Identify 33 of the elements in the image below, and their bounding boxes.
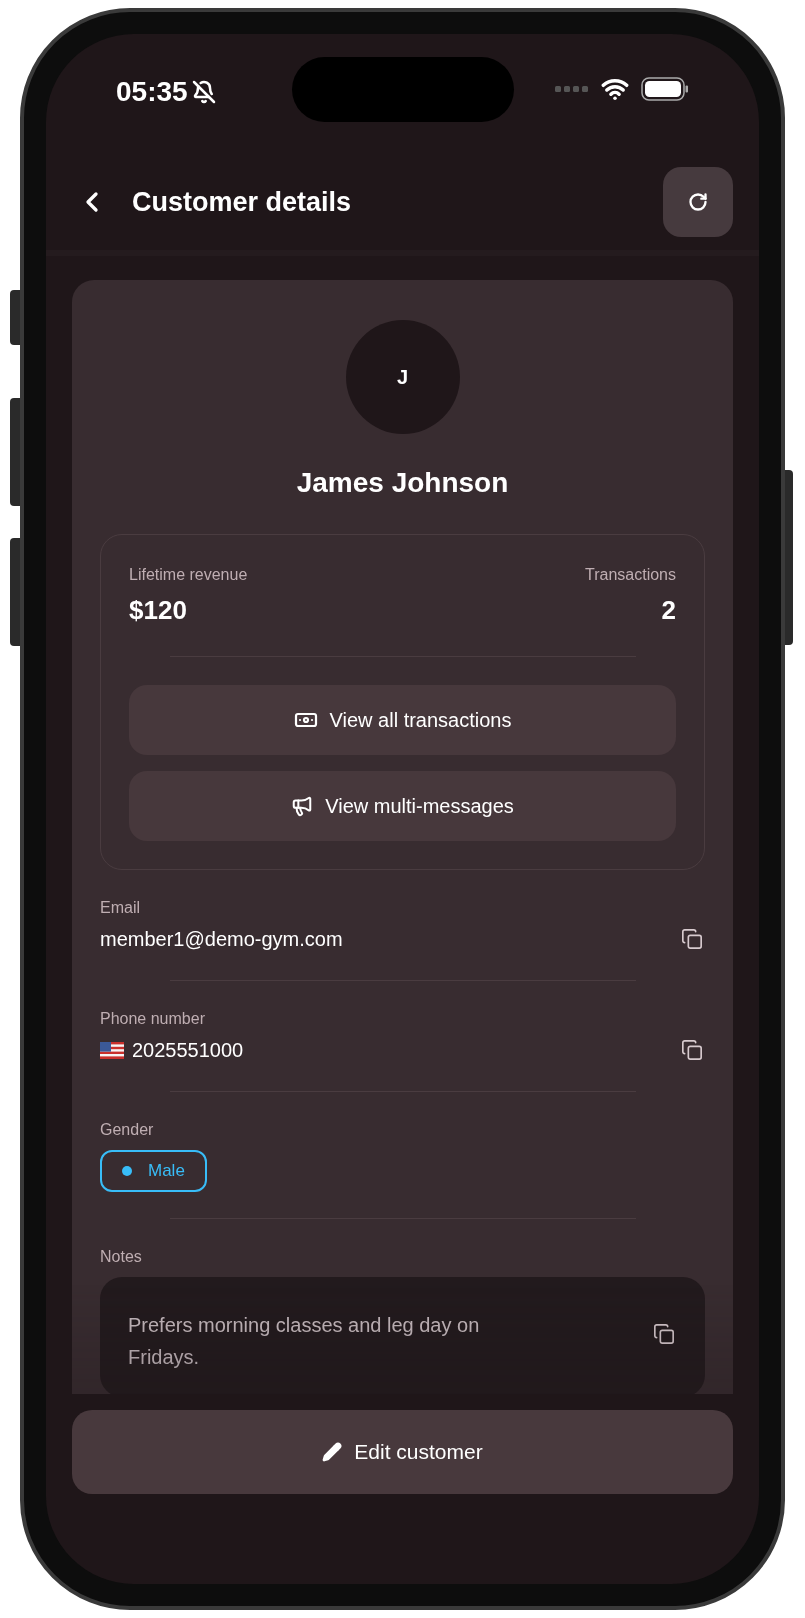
- action-button[interactable]: View multi-messages: [129, 771, 676, 841]
- copy-icon: [681, 928, 703, 950]
- copy-icon: [681, 1039, 703, 1061]
- field-value: 2025551000: [132, 1038, 244, 1063]
- field-label: Phone number: [100, 1009, 206, 1029]
- copy-button[interactable]: [679, 926, 705, 952]
- stat-label: Transactions: [585, 565, 676, 585]
- refresh-button[interactable]: [663, 167, 733, 237]
- copy-icon: [653, 1323, 675, 1345]
- stat-value: $120: [129, 594, 187, 627]
- field-label: Notes: [100, 1247, 143, 1267]
- battery-icon: [641, 77, 689, 101]
- stat-label: Lifetime revenue: [129, 565, 248, 585]
- flag-icon: [100, 1041, 124, 1059]
- edit-customer-button[interactable]: Edit customer: [72, 1410, 733, 1494]
- customer-name: James Johnson: [295, 466, 510, 500]
- page-title: Customer details: [132, 185, 352, 219]
- gender-label: Male: [148, 1160, 185, 1183]
- action-button[interactable]: View all transactions: [129, 685, 676, 755]
- field-label: Gender: [100, 1120, 155, 1140]
- bell-off-icon: [191, 80, 216, 104]
- stat-value: 2: [661, 594, 676, 627]
- field-label: Email: [100, 898, 141, 918]
- megaphone-icon: [291, 795, 314, 817]
- copy-button[interactable]: [679, 1037, 705, 1063]
- status-time: 05:35: [116, 75, 188, 109]
- field-value: member1@demo-gym.com: [100, 927, 343, 952]
- signal-icon: [555, 85, 589, 93]
- notes-text: Prefers morning classes and leg day on Fridays.: [128, 1313, 481, 1370]
- refresh-icon: [688, 192, 708, 212]
- pencil-icon: [322, 1442, 343, 1462]
- avatar-initial: J: [396, 365, 409, 390]
- copy-button[interactable]: [651, 1321, 677, 1347]
